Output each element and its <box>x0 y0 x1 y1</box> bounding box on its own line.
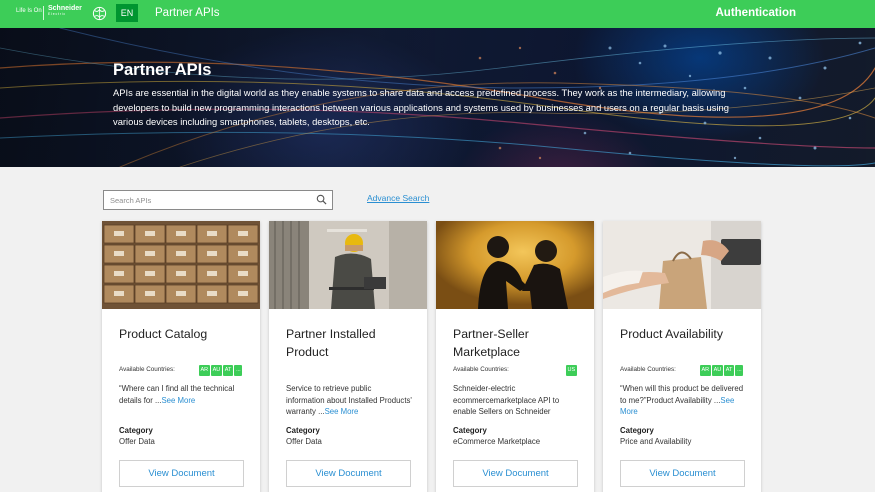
country-badge-more[interactable]: ... <box>234 365 243 376</box>
handshake-image <box>436 221 594 309</box>
country-badge: AU <box>211 365 222 376</box>
see-more-link[interactable]: See More <box>161 396 195 405</box>
hero-description: APIs are essential in the digital world … <box>113 87 729 128</box>
advance-search-link[interactable]: Advance Search <box>367 193 429 203</box>
card-description: “Where can I find all the technical deta… <box>119 383 245 406</box>
view-document-button[interactable]: View Document <box>119 460 244 487</box>
available-countries-label: Available Countries: <box>620 366 676 373</box>
card-description: Service to retrieve public information a… <box>286 383 412 418</box>
view-document-button[interactable]: View Document <box>453 460 578 487</box>
search-icon[interactable] <box>316 194 327 205</box>
card-title[interactable]: Product Availability <box>620 325 750 343</box>
top-bar: Life Is On Schneider Electric EN Partner… <box>0 0 875 28</box>
country-badge: AU <box>712 365 723 376</box>
green-globe-icon <box>92 6 107 21</box>
category-label: Category <box>286 426 320 435</box>
category-label: Category <box>620 426 654 435</box>
tagline: Life Is On <box>16 8 42 14</box>
brand-divider <box>43 6 44 20</box>
hero-banner: Partner APIs APIs are essential in the d… <box>0 28 875 167</box>
view-document-button[interactable]: View Document <box>286 460 411 487</box>
authentication-link[interactable]: Authentication <box>716 7 797 19</box>
country-badge: AT <box>724 365 734 376</box>
category-value: eCommerce Marketplace <box>453 437 541 446</box>
card-description: Schneider-electric ecommercemarketplace … <box>453 383 579 418</box>
api-card-partner-seller-marketplace[interactable]: Partner-Seller Marketplace Available Cou… <box>436 221 594 492</box>
card-title[interactable]: Partner Installed Product <box>286 325 416 361</box>
warehouse-boxes-image <box>102 221 260 309</box>
engineer-laptop-image <box>269 221 427 309</box>
card-title[interactable]: Partner-Seller Marketplace <box>453 325 583 361</box>
country-badge-more[interactable]: ... <box>735 365 744 376</box>
country-badges: AR AU AT ... <box>700 365 744 376</box>
category-label: Category <box>119 426 153 435</box>
country-badge: AR <box>700 365 711 376</box>
brand-sub: Electric <box>48 12 66 16</box>
language-selector[interactable]: EN <box>116 4 138 22</box>
available-countries-label: Available Countries: <box>453 366 509 373</box>
country-badges: AR AU AT ... <box>199 365 243 376</box>
api-card-partner-installed-product[interactable]: Partner Installed Product Service to ret… <box>269 221 427 492</box>
hero-title: Partner APIs <box>113 61 212 79</box>
category-value: Offer Data <box>119 437 155 446</box>
country-badge: AR <box>199 365 210 376</box>
search-box <box>103 190 333 210</box>
see-more-link[interactable]: See More <box>325 407 359 416</box>
country-badge: US <box>566 365 577 376</box>
brand-name: Schneider <box>48 5 82 12</box>
category-label: Category <box>453 426 487 435</box>
country-badges: US <box>566 365 577 376</box>
shopping-delivery-image <box>603 221 761 309</box>
api-card-product-availability[interactable]: Product Availability Available Countries… <box>603 221 761 492</box>
category-value: Offer Data <box>286 437 322 446</box>
schneider-logo[interactable]: Schneider Electric <box>48 5 82 17</box>
description-text: Schneider-electric ecommercemarketplace … <box>453 384 560 416</box>
api-card-product-catalog[interactable]: Product Catalog Available Countries: AR … <box>102 221 260 492</box>
search-input[interactable] <box>104 191 309 209</box>
header-title[interactable]: Partner APIs <box>155 7 220 19</box>
card-title[interactable]: Product Catalog <box>119 325 249 343</box>
category-value: Price and Availability <box>620 437 692 446</box>
view-document-button[interactable]: View Document <box>620 460 745 487</box>
card-description: “When will this product be delivered to … <box>620 383 746 418</box>
available-countries-label: Available Countries: <box>119 366 175 373</box>
country-badge: AT <box>223 365 233 376</box>
